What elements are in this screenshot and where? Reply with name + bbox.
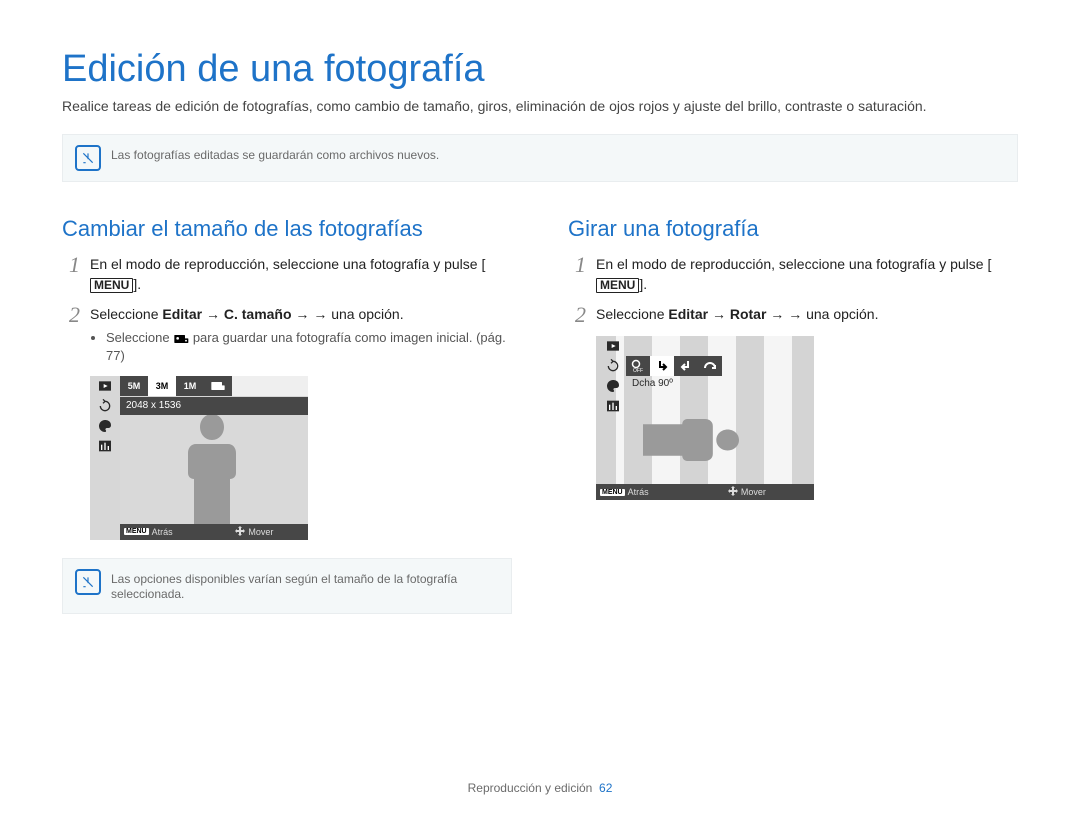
step-number: 1 <box>62 254 80 276</box>
bullet-a: Seleccione <box>106 330 173 345</box>
s2-ar1: → <box>202 306 224 322</box>
intro-text: Realice tareas de edición de fotografías… <box>62 97 1018 116</box>
r1-b: ]. <box>639 276 647 292</box>
col-resize: Cambiar el tamaño de las fotografías 1 E… <box>62 216 512 614</box>
note-top: Las fotografías editadas se guardarán co… <box>62 134 1018 182</box>
heading-resize: Cambiar el tamaño de las fotografías <box>62 216 512 242</box>
rotate-step-1: 1 En el modo de reproducción, seleccione… <box>568 254 1018 295</box>
startup-image-icon <box>173 329 189 347</box>
tab-off-icon: OFF <box>626 356 650 376</box>
menu-button-label: MENU <box>90 278 133 293</box>
rs2-post: → una opción. <box>788 306 878 322</box>
resize-tabs: 5M 3M 1M <box>120 376 308 396</box>
tab-5m: 5M <box>120 376 148 396</box>
footer-back: Atrás <box>628 487 649 497</box>
footer-move: Mover <box>741 487 766 497</box>
svg-text:OFF: OFF <box>633 368 643 373</box>
note-bottom-text: Las opciones disponibles varían según el… <box>111 569 481 603</box>
rs2-ar1: → <box>708 306 730 322</box>
note-icon <box>75 569 101 595</box>
tab-left90-icon <box>674 356 698 376</box>
side-adjust-icon <box>600 396 626 416</box>
rs2-b2: Rotar <box>730 306 767 322</box>
footer-move: Mover <box>248 527 273 537</box>
resize-step-2: 2 Seleccione Editar → C. tamaño → → una … <box>62 304 512 365</box>
resize-value-label: 2048 x 1536 <box>120 397 308 415</box>
resize-screen-footer: MENUAtrás Mover <box>120 524 308 540</box>
heading-rotate: Girar una fotografía <box>568 216 1018 242</box>
step-number: 1 <box>568 254 586 276</box>
step1-text-b: ]. <box>133 276 141 292</box>
menu-button-label: MENU <box>596 278 639 293</box>
note-bottom: Las opciones disponibles varían según el… <box>62 558 512 614</box>
footer-back: Atrás <box>152 527 173 537</box>
side-play-icon <box>600 336 626 356</box>
tab-1m: 1M <box>176 376 204 396</box>
footer-menu-chip: MENU <box>124 528 149 535</box>
tab-startup-icon <box>204 376 232 396</box>
footer-section: Reproducción y edición <box>468 781 593 795</box>
rotate-screen-footer: MENUAtrás Mover <box>596 484 814 500</box>
rotate-screen: OFF Dcha 90º MENUAtrás Mover <box>596 336 814 500</box>
page-title: Edición de una fotografía <box>62 48 1018 91</box>
tab-right90-icon <box>650 356 674 376</box>
nav-cross-icon <box>728 486 738 498</box>
side-palette-icon <box>90 416 120 436</box>
note-icon <box>75 145 101 171</box>
s2-pre: Seleccione <box>90 306 162 322</box>
nav-cross-icon <box>235 526 245 538</box>
side-palette-icon <box>600 376 626 396</box>
rotate-value-label: Dcha 90º <box>626 376 814 390</box>
resize-screen-body <box>120 415 308 524</box>
step-number: 2 <box>568 304 586 326</box>
resize-step-1: 1 En el modo de reproducción, seleccione… <box>62 254 512 295</box>
side-rotate-icon <box>90 396 120 416</box>
rotate-step-2: 2 Seleccione Editar → Rotar → → una opci… <box>568 304 1018 326</box>
side-rotate-icon <box>600 356 626 376</box>
resize-bullet: Seleccione para guardar una fotografía c… <box>106 329 512 366</box>
side-play-icon <box>90 376 120 396</box>
page-footer: Reproducción y edición 62 <box>0 781 1080 795</box>
footer-menu-chip: MENU <box>600 489 625 496</box>
s2-post: → una opción. <box>313 306 403 322</box>
step1-text-a: En el modo de reproducción, seleccione u… <box>90 256 485 272</box>
s2-b1: Editar <box>162 306 202 322</box>
rs2-pre: Seleccione <box>596 306 668 322</box>
tab-3m: 3M <box>148 376 176 396</box>
col-rotate: Girar una fotografía 1 En el modo de rep… <box>568 216 1018 614</box>
r1-a: En el modo de reproducción, seleccione u… <box>596 256 991 272</box>
person-silhouette-icon <box>172 415 252 524</box>
side-adjust-icon <box>90 436 120 456</box>
rs2-ar2: → <box>766 306 788 322</box>
s2-ar2: → <box>292 306 314 322</box>
note-top-text: Las fotografías editadas se guardarán co… <box>111 145 439 164</box>
rs2-b1: Editar <box>668 306 708 322</box>
resize-screen: 5M 3M 1M 2048 x 1536 MENUAtrás Mover <box>90 376 308 540</box>
rotate-tabs: OFF <box>626 356 722 376</box>
step-number: 2 <box>62 304 80 326</box>
tab-180-icon <box>698 356 722 376</box>
s2-b2: C. tamaño <box>224 306 292 322</box>
footer-page-number: 62 <box>599 781 612 795</box>
person-silhouette-rotated-icon <box>643 405 739 475</box>
